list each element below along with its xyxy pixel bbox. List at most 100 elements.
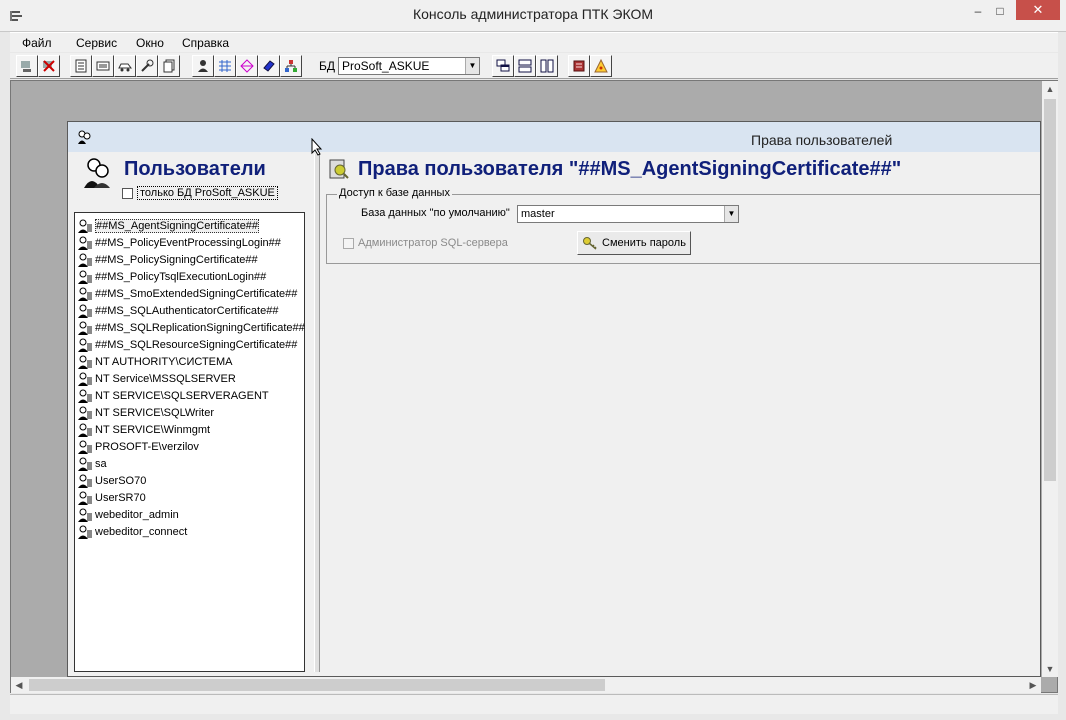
user-icon [78,236,92,250]
user-icon[interactable] [192,55,214,77]
users-icon [84,158,110,188]
db-label: БД [319,59,336,73]
user-name: NT AUTHORITY\СИСТЕМА [95,355,233,368]
default-db-value: master [521,208,555,220]
user-list-item[interactable]: ##MS_PolicySigningCertificate## [77,251,258,268]
sql-admin-checkbox: Администратор SQL-сервера [343,237,508,249]
maximize-button[interactable]: □ [985,0,1015,22]
checkbox-box[interactable] [122,187,133,199]
user-icon [78,440,92,454]
scroll-up-icon[interactable]: ▲ [1042,81,1058,97]
user-icon [78,372,92,386]
disconnect-icon[interactable] [38,55,60,77]
user-name: PROSOFT-E\verzilov [95,440,199,453]
user-list-item[interactable]: PROSOFT-E\verzilov [77,438,199,455]
user-icon [78,457,92,471]
db-access-legend: Доступ к базе данных [337,187,452,199]
change-password-label: Сменить пароль [602,237,686,249]
scroll-thumb[interactable] [1044,99,1056,481]
tile-horizontal-icon[interactable] [514,55,536,77]
db-select[interactable]: ProSoft_ASKUE ▼ [338,57,480,75]
chevron-down-icon[interactable]: ▼ [465,58,479,74]
cascade-icon[interactable] [492,55,514,77]
tile-vertical-icon[interactable] [536,55,558,77]
grid-icon[interactable] [214,55,236,77]
user-list-item[interactable]: UserSR70 [77,489,146,506]
user-list-item[interactable]: NT SERVICE\SQLWriter [77,404,214,421]
pages-icon[interactable] [158,55,180,77]
users-small-icon [78,130,91,144]
user-name: ##MS_SmoExtendedSigningCertificate## [95,287,298,300]
scroll-left-icon[interactable]: ◀ [11,677,27,693]
user-list-item[interactable]: NT AUTHORITY\СИСТЕМА [77,353,233,370]
user-list-item[interactable]: webeditor_admin [77,506,179,523]
user-rights-window: Права пользователей Пользователи только … [67,121,1041,677]
user-list-item[interactable]: NT Service\MSSQLSERVER [77,370,236,387]
checkbox-box [343,237,354,249]
book-icon[interactable] [258,55,280,77]
document-icon[interactable] [70,55,92,77]
user-list-item[interactable]: ##MS_SQLReplicationSigningCertificate## [77,319,305,336]
user-icon [78,321,92,335]
vertical-scrollbar[interactable]: ▲ ▼ [1042,81,1058,677]
tree-icon[interactable] [280,55,302,77]
rights-heading: Права пользователя "##MS_AgentSigningCer… [358,158,902,180]
help-book-icon[interactable] [568,55,590,77]
user-icon [78,423,92,437]
only-db-checkbox[interactable]: только БД ProSoft_ASKUE [122,186,278,200]
user-list-item[interactable]: UserSO70 [77,472,146,489]
user-icon [78,389,92,403]
users-panel: Пользователи только БД ProSoft_ASKUE ##M… [74,154,314,672]
change-password-button[interactable]: Сменить пароль [577,231,691,255]
menu-window[interactable]: Окно [136,36,164,50]
child-titlebar: Права пользователей [68,122,1040,152]
users-heading: Пользователи [124,158,266,180]
user-icon [78,491,92,505]
user-icon [78,304,92,318]
user-icon [78,287,92,301]
scroll-right-icon[interactable]: ▶ [1025,677,1041,693]
horizontal-scrollbar[interactable]: ◀ ▶ [11,677,1041,693]
arrows-icon[interactable] [236,55,258,77]
user-list-item[interactable]: ##MS_SQLResourceSigningCertificate## [77,336,297,353]
chevron-down-icon[interactable]: ▼ [724,206,738,222]
user-list[interactable]: ##MS_AgentSigningCertificate## ##MS_Polic… [74,212,305,672]
user-list-item[interactable]: ##MS_PolicyTsqlExecutionLogin## [77,268,266,285]
user-icon [78,406,92,420]
db-select-value: ProSoft_ASKUE [342,59,430,73]
connect-icon[interactable] [16,55,38,77]
user-name: ##MS_PolicyTsqlExecutionLogin## [95,270,267,283]
user-list-item[interactable]: ##MS_PolicyEventProcessingLogin## [77,234,281,251]
splitter[interactable] [314,154,320,672]
menu-help[interactable]: Справка [182,36,229,50]
user-name: ##MS_SQLResourceSigningCertificate## [95,338,298,351]
user-icon [78,508,92,522]
user-name: ##MS_PolicySigningCertificate## [95,253,258,266]
scroll-thumb[interactable] [29,679,605,691]
user-icon [78,474,92,488]
window-titlebar: Консоль администратора ПТК ЭКОМ – □ ✕ [0,0,1066,32]
menu-service[interactable]: Сервис [76,36,117,50]
user-list-item[interactable]: ##MS_SQLAuthenticatorCertificate## [77,302,278,319]
user-name: NT SERVICE\SQLSERVERAGENT [95,389,269,402]
sql-admin-label: Администратор SQL-сервера [358,237,508,249]
user-list-item[interactable]: webeditor_connect [77,523,187,540]
user-list-item[interactable]: NT SERVICE\Winmgmt [77,421,210,438]
default-db-select[interactable]: master ▼ [517,205,739,223]
close-button[interactable]: ✕ [1016,0,1060,20]
car-icon[interactable] [114,55,136,77]
menu-file[interactable]: Файл [22,36,52,50]
scroll-down-icon[interactable]: ▼ [1042,661,1058,677]
user-name: ##MS_AgentSigningCertificate## [95,218,260,233]
user-name: ##MS_SQLAuthenticatorCertificate## [95,304,279,317]
user-name: webeditor_admin [95,508,179,521]
about-icon[interactable] [590,55,612,77]
user-list-item[interactable]: sa [77,455,107,472]
list-icon[interactable] [92,55,114,77]
user-list-item[interactable]: ##MS_AgentSigningCertificate## [77,217,260,234]
db-access-group: Доступ к базе данных База данных "по умо… [326,187,1040,264]
user-list-item[interactable]: ##MS_SmoExtendedSigningCertificate## [77,285,297,302]
user-list-item[interactable]: NT SERVICE\SQLSERVERAGENT [77,387,269,404]
tools-icon[interactable] [136,55,158,77]
user-name: NT Service\MSSQLSERVER [95,372,236,385]
